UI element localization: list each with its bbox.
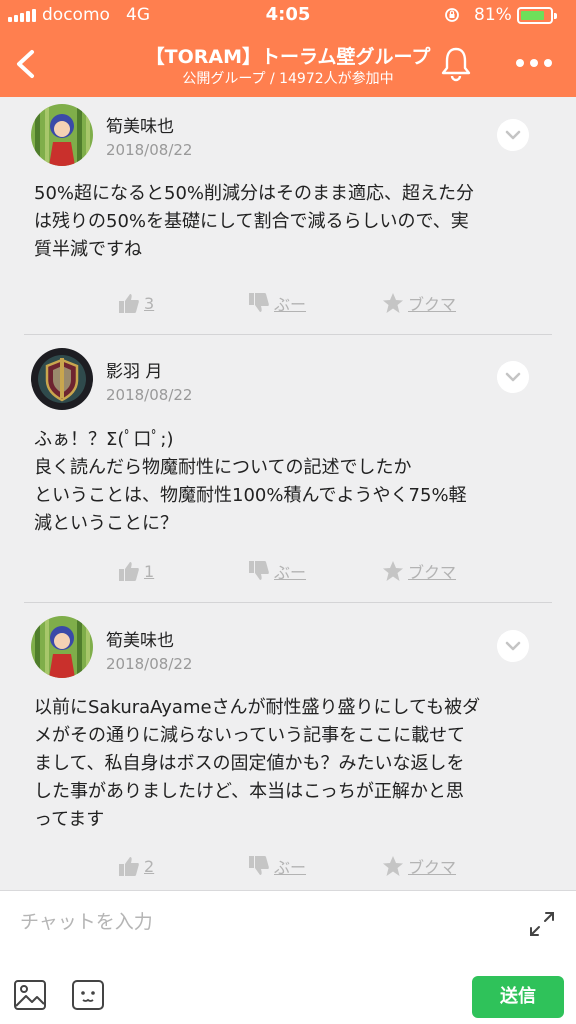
- post-list[interactable]: 筍美味也 2018/08/22 50%超になると50%削減分はそのまま適応、超え…: [0, 97, 576, 890]
- group-title: 【TORAM】トーラム壁グループ: [145, 46, 431, 68]
- thumbs-up-icon: [119, 857, 139, 876]
- star-icon: [383, 561, 403, 581]
- thumbs-up-icon: [119, 562, 139, 581]
- bookmark-button[interactable]: ブクマ: [382, 853, 456, 879]
- post-item: 影羽 月 2018/08/22 ふぁ！？Σ(ﾟ口ﾟ;) 良く読んだら物魔耐性につ…: [24, 335, 552, 603]
- more-dots-icon[interactable]: [512, 52, 556, 74]
- group-subtitle: 公開グループ / 14972人が参加中: [182, 71, 394, 87]
- like-button[interactable]: 3: [118, 290, 154, 316]
- chat-input[interactable]: チャットを入力: [20, 907, 153, 934]
- app-header: docomo 4G 4:05 81% 【TORAM】トーラム壁グループ 公開グル…: [0, 0, 576, 97]
- boo-label: ぶー: [274, 295, 307, 314]
- post-item: 筍美味也 2018/08/22 50%超になると50%削減分はそのまま適応、超え…: [24, 97, 552, 335]
- post-menu-chevron-icon[interactable]: [497, 119, 529, 151]
- battery-level: [521, 11, 544, 20]
- thumbs-down-icon: [249, 293, 269, 312]
- star-icon: [383, 293, 403, 313]
- post-author[interactable]: 影羽 月: [106, 357, 162, 382]
- post-menu-chevron-icon[interactable]: [497, 361, 529, 393]
- like-count: 3: [144, 293, 155, 313]
- post-actions: 2 ぶー ブクマ: [24, 853, 552, 879]
- post-author[interactable]: 筍美味也: [106, 112, 174, 137]
- thumbs-up-icon: [119, 294, 139, 313]
- bookmark-label: ブクマ: [408, 295, 457, 314]
- post-author[interactable]: 筍美味也: [106, 626, 174, 651]
- bell-icon[interactable]: [439, 44, 473, 82]
- avatar[interactable]: [31, 616, 93, 678]
- boo-button[interactable]: ぶー: [248, 853, 306, 879]
- bookmark-button[interactable]: ブクマ: [382, 290, 456, 316]
- shield-emblem-avatar: [31, 348, 93, 410]
- post-body: ふぁ！？Σ(ﾟ口ﾟ;) 良く読んだら物魔耐性についての記述でしたか ということは…: [34, 429, 467, 534]
- sticker-icon[interactable]: [71, 979, 105, 1011]
- star-icon: [383, 856, 403, 876]
- send-button[interactable]: 送信: [472, 976, 564, 1018]
- boo-button[interactable]: ぶー: [248, 290, 306, 316]
- like-count: 2: [144, 856, 155, 876]
- avatar[interactable]: [31, 104, 93, 166]
- avatar[interactable]: [31, 348, 93, 410]
- like-count: 1: [144, 561, 155, 581]
- boo-label: ぶー: [274, 563, 307, 582]
- post-date: 2018/08/22: [106, 655, 193, 673]
- anime-character-avatar: [31, 616, 93, 678]
- post-menu-chevron-icon[interactable]: [497, 630, 529, 662]
- image-icon[interactable]: [13, 979, 47, 1011]
- bookmark-label: ブクマ: [408, 858, 457, 877]
- like-button[interactable]: 1: [118, 558, 154, 584]
- battery-icon: [517, 7, 557, 24]
- orientation-lock-icon: [445, 8, 459, 22]
- post-body: 以前にSakuraAyameさんが耐性盛り盛りにしても被ダ メがその通りに減らな…: [34, 697, 481, 830]
- boo-label: ぶー: [274, 858, 307, 877]
- status-bar: docomo 4G 4:05 81%: [0, 0, 576, 32]
- post-item: 筍美味也 2018/08/22 以前にSakuraAyameさんが耐性盛り盛りに…: [24, 603, 552, 890]
- boo-button[interactable]: ぶー: [248, 558, 306, 584]
- like-button[interactable]: 2: [118, 853, 154, 879]
- expand-icon[interactable]: [528, 910, 556, 938]
- anime-character-avatar: [31, 104, 93, 166]
- thumbs-down-icon: [249, 561, 269, 580]
- post-date: 2018/08/22: [106, 141, 193, 159]
- post-date: 2018/08/22: [106, 386, 193, 404]
- post-body: 50%超になると50%削減分はそのまま適応、超えた分 は残りの50%を基礎にして…: [34, 183, 475, 260]
- bookmark-label: ブクマ: [408, 563, 457, 582]
- battery-percent: 81%: [474, 5, 512, 25]
- bookmark-button[interactable]: ブクマ: [382, 558, 456, 584]
- thumbs-down-icon: [249, 856, 269, 875]
- post-actions: 3 ぶー ブクマ: [24, 290, 552, 316]
- post-actions: 1 ぶー ブクマ: [24, 558, 552, 584]
